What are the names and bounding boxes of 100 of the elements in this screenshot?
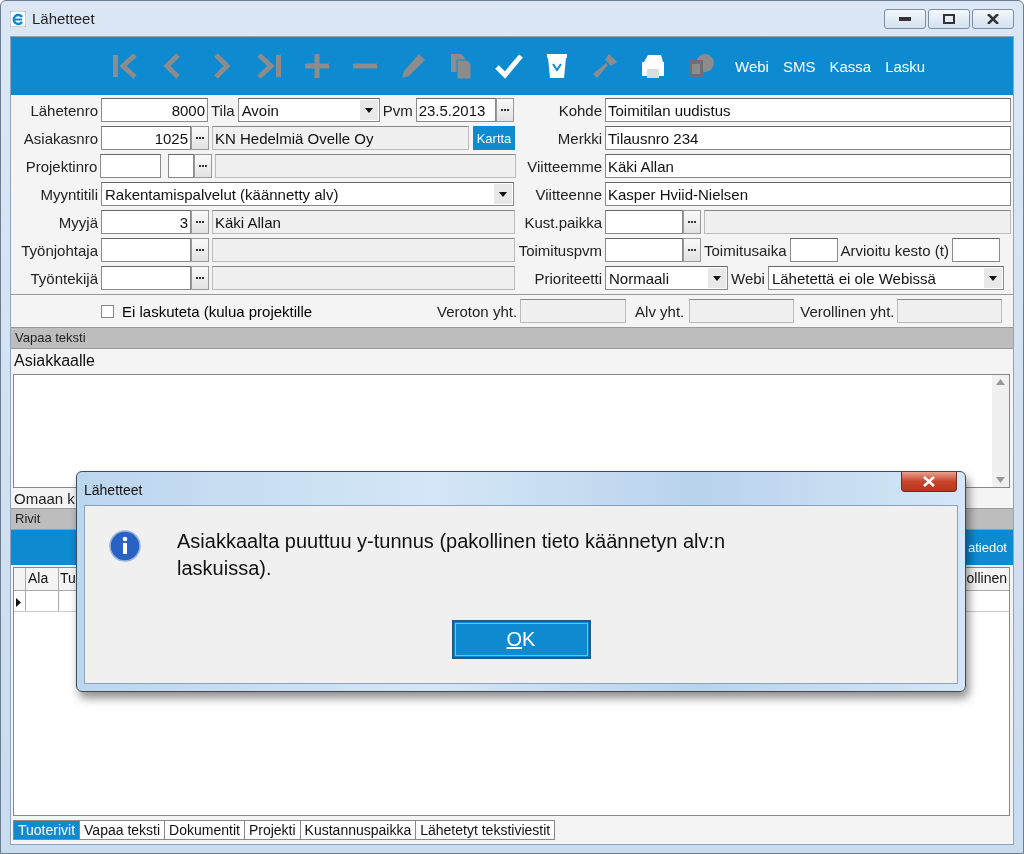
dialog-message: Asiakkaalta puuttuu y-tunnus (pakollinen tieto käännetyn alv:n laskuissa). bbox=[177, 529, 727, 581]
tab[interactable]: Kustannuspaikka bbox=[300, 820, 417, 840]
caret-icon bbox=[983, 268, 1002, 288]
toolbar-link[interactable]: Kassa bbox=[829, 57, 872, 75]
tab[interactable]: Projekti bbox=[244, 820, 301, 840]
field-label: Lähetenro bbox=[29, 101, 98, 119]
caret-icon bbox=[494, 184, 512, 204]
scroll-down-icon[interactable] bbox=[996, 477, 1005, 483]
close-button[interactable] bbox=[901, 472, 957, 492]
text-field[interactable]: Käki Allan bbox=[605, 154, 1011, 178]
name-field[interactable] bbox=[212, 238, 515, 262]
field-label: Verollinen yht. bbox=[800, 302, 895, 320]
map-button[interactable]: Kartta bbox=[473, 126, 515, 150]
field-label: Toimitusaika bbox=[704, 241, 787, 259]
field-label: Kohde bbox=[557, 101, 602, 119]
section-header: Vapaa teksti bbox=[11, 327, 1013, 349]
browse-button[interactable] bbox=[191, 210, 209, 234]
field-label: Työntekijä bbox=[29, 269, 98, 287]
caret-icon bbox=[708, 268, 726, 288]
browse-button[interactable] bbox=[191, 238, 209, 262]
text-field[interactable] bbox=[101, 238, 191, 262]
field-label: Asiakkaalle bbox=[13, 351, 96, 371]
ok-button[interactable]: OK bbox=[451, 620, 591, 659]
field-label: Veroton yht. bbox=[437, 302, 518, 320]
number-field[interactable]: 8000 bbox=[101, 98, 208, 122]
text-field[interactable]: Toimitilan uudistus bbox=[605, 98, 1011, 122]
scrollbar[interactable] bbox=[992, 375, 1009, 487]
tab[interactable]: Lähetetyt tekstiviestit bbox=[416, 820, 556, 840]
browse-button[interactable] bbox=[683, 238, 701, 262]
total-field[interactable] bbox=[520, 299, 627, 323]
field-label: Asiakasnro bbox=[22, 129, 98, 147]
dialog-title: Lähetteet bbox=[84, 482, 144, 498]
field-label: Myyjä bbox=[57, 213, 98, 231]
field-label: Työnjohtaja bbox=[20, 241, 98, 259]
account-dropdown[interactable]: Rakentamispalvelut (käännetty alv) bbox=[101, 182, 514, 206]
time-field[interactable] bbox=[789, 238, 838, 262]
maximize-button[interactable] bbox=[928, 9, 970, 29]
row-pointer-icon bbox=[16, 597, 21, 607]
browse-button[interactable] bbox=[683, 210, 701, 234]
field-label: Webi bbox=[731, 269, 765, 287]
number-field[interactable]: 3 bbox=[101, 210, 191, 234]
toolbar-link[interactable]: Lasku bbox=[885, 57, 926, 75]
app-icon bbox=[10, 10, 26, 27]
window-title: Lähetteet bbox=[32, 10, 96, 27]
browse-button[interactable] bbox=[191, 126, 209, 150]
printer-icon[interactable] bbox=[639, 52, 667, 80]
field-label: Arvioitu kesto (t) bbox=[840, 241, 949, 259]
field-label: Omaan k bbox=[14, 490, 75, 507]
browse-button[interactable] bbox=[191, 266, 209, 290]
text-field[interactable] bbox=[605, 210, 683, 234]
field-label: Viitteemme bbox=[526, 157, 602, 175]
status-dropdown[interactable]: Avoin bbox=[237, 98, 380, 122]
name-field[interactable]: Käki Allan bbox=[212, 210, 515, 234]
field-label: Viitteenne bbox=[534, 185, 602, 203]
text-field[interactable] bbox=[168, 154, 195, 178]
scroll-up-icon[interactable] bbox=[996, 379, 1005, 385]
browse-button[interactable] bbox=[194, 154, 213, 178]
date-field[interactable] bbox=[605, 238, 683, 262]
restore-icon bbox=[943, 14, 955, 24]
text-field[interactable]: Tilausnro 234 bbox=[605, 126, 1011, 150]
field-label: Pvm bbox=[382, 101, 413, 119]
field-label: Merkki bbox=[556, 129, 602, 147]
tab[interactable]: Vapaa teksti bbox=[80, 820, 166, 840]
minimize-button[interactable] bbox=[884, 9, 926, 29]
toolbar-link[interactable]: atiedot bbox=[967, 540, 1007, 555]
field-label: Projektinro bbox=[24, 157, 98, 175]
field-label: Tila bbox=[211, 101, 235, 119]
field-label: Myyntitili bbox=[39, 185, 98, 203]
field-label: Prioriteetti bbox=[533, 269, 602, 287]
tab[interactable]: Tuoterivit bbox=[13, 820, 81, 840]
name-field[interactable] bbox=[212, 266, 515, 290]
field-label: Toimituspvm bbox=[517, 241, 602, 259]
text-field[interactable]: Kasper Hviid-Nielsen bbox=[605, 182, 1011, 206]
info-icon bbox=[109, 530, 141, 562]
checkbox-label: Ei laskuteta (kulua projektille bbox=[122, 302, 314, 320]
name-field[interactable] bbox=[215, 154, 516, 178]
field-label: Kust.paikka bbox=[523, 213, 602, 231]
caret-icon bbox=[359, 100, 378, 120]
field-label: Alv yht. bbox=[635, 302, 685, 320]
column-header[interactable]: Ala bbox=[26, 568, 59, 590]
close-icon bbox=[922, 476, 936, 487]
tab[interactable]: Dokumentit bbox=[165, 820, 245, 840]
text-field[interactable] bbox=[101, 266, 191, 290]
priority-dropdown[interactable]: Normaali bbox=[605, 266, 728, 290]
toolbar-link[interactable]: SMS bbox=[782, 57, 816, 75]
minimize-icon bbox=[899, 17, 911, 21]
name-field[interactable] bbox=[704, 210, 1011, 234]
total-field[interactable] bbox=[897, 299, 1003, 323]
total-field[interactable] bbox=[689, 299, 795, 323]
checkbox[interactable] bbox=[101, 304, 114, 318]
web-dropdown[interactable]: Lähetettä ei ole Webissä bbox=[767, 266, 1004, 290]
close-button[interactable] bbox=[972, 9, 1014, 29]
checkmark-icon[interactable] bbox=[495, 52, 523, 80]
close-icon bbox=[987, 14, 999, 24]
number-field[interactable] bbox=[951, 238, 1000, 262]
toolbar-link[interactable]: Webi bbox=[735, 57, 769, 75]
number-field[interactable]: 1025 bbox=[101, 126, 191, 150]
date-field[interactable]: 23.5.2013 bbox=[415, 98, 496, 122]
name-field[interactable]: KN Hedelmiä Ovelle Oy bbox=[212, 126, 469, 150]
text-field[interactable] bbox=[100, 154, 162, 178]
